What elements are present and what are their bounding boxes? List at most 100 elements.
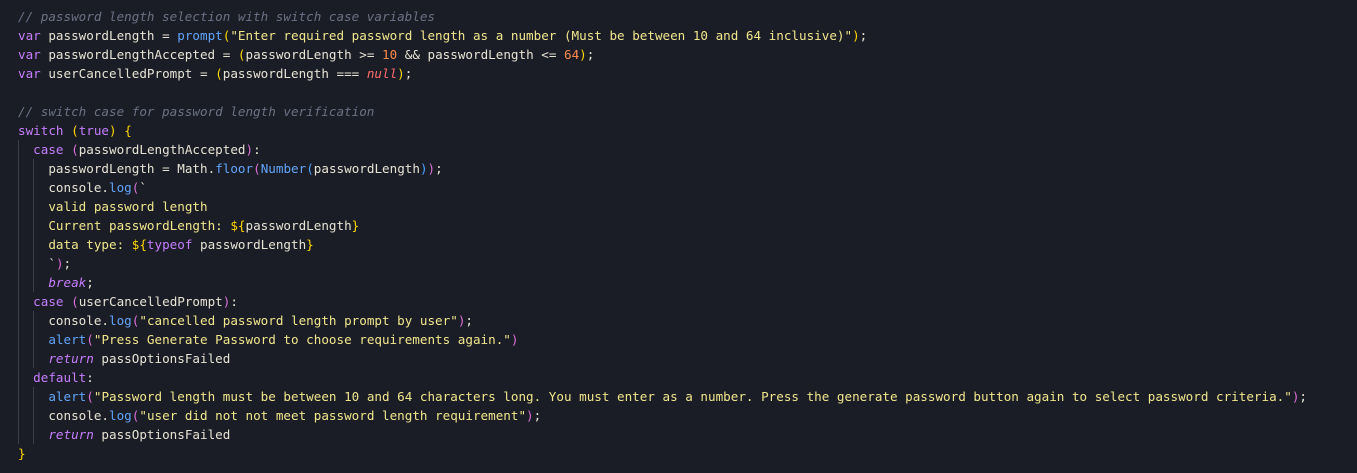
code-token-string: "cancelled password length prompt by use… — [139, 313, 458, 328]
code-token-null: null — [366, 66, 398, 81]
code-token-string: "user did not not meet password length r… — [139, 408, 527, 423]
code-token-string: "Enter required password length as a num… — [230, 28, 853, 43]
indent-guide — [18, 197, 19, 216]
indent-guide — [18, 368, 19, 387]
code-line[interactable]: break; — [0, 273, 1357, 292]
code-token-pgold: ) — [852, 28, 860, 43]
indent-guide — [18, 273, 19, 292]
code-token-template: ` — [48, 256, 56, 271]
code-line[interactable]: console.log("user did not not meet passw… — [0, 406, 1357, 425]
indent-guide — [33, 311, 35, 330]
code-token-ppink: ( — [86, 389, 94, 404]
code-token-ident: passOptionsFailed — [93, 427, 231, 442]
code-token-ident: console — [48, 408, 102, 423]
indent-guide — [18, 216, 19, 235]
code-token-punct: . — [101, 180, 110, 195]
code-token-pblue: ) — [419, 161, 428, 176]
code-token-op: = — [162, 161, 178, 176]
code-token-punct: . — [101, 408, 110, 423]
indent-guide — [18, 178, 19, 197]
indent-guide — [33, 235, 35, 254]
code-line[interactable]: passwordLength = Math.floor(Number(passw… — [0, 159, 1357, 178]
code-token-punct: ; — [586, 47, 595, 62]
code-token-keyword: case — [33, 294, 64, 309]
code-line[interactable]: data type: ${typeof passwordLength} — [0, 235, 1357, 254]
indent-guide — [33, 197, 35, 216]
code-token-string: "Password length must be between 10 and … — [93, 389, 1292, 404]
code-line[interactable]: console.log("cancelled password length p… — [0, 311, 1357, 330]
code-token-op: = — [199, 66, 216, 81]
code-token-ident: passwordLength — [40, 28, 163, 43]
code-line[interactable]: default: — [0, 368, 1357, 387]
code-token-template: ` — [139, 180, 147, 195]
indent-guide — [18, 235, 19, 254]
code-token-punct: : — [86, 370, 94, 385]
code-token-ident: Math — [177, 161, 208, 176]
code-editor[interactable]: // password length selection with switch… — [0, 0, 1357, 473]
code-token-func: alert — [48, 332, 87, 347]
code-line[interactable]: `); — [0, 254, 1357, 273]
code-line[interactable]: alert("Password length must be between 1… — [0, 387, 1357, 406]
code-line[interactable] — [0, 83, 1357, 102]
code-token-keyword: true — [78, 123, 110, 138]
code-line[interactable]: // switch case for password length verif… — [0, 102, 1357, 121]
code-token-ident: passwordLength — [427, 47, 542, 62]
indent-guide — [18, 406, 19, 425]
code-token-keyword: var — [18, 28, 41, 43]
code-line[interactable]: valid password length — [0, 197, 1357, 216]
indent-guide — [18, 425, 19, 444]
code-token-func: floor — [215, 161, 254, 176]
code-token-punct: ; — [435, 161, 443, 176]
code-line[interactable]: var passwordLengthAccepted = (passwordLe… — [0, 45, 1357, 64]
code-token-pgold: } — [306, 237, 314, 252]
code-token-ident: passwordLengthAccepted — [40, 47, 223, 62]
code-token-pgold: } — [351, 218, 360, 233]
code-line[interactable]: var passwordLength = prompt("Enter requi… — [0, 26, 1357, 45]
code-token-op: >= — [359, 47, 382, 62]
code-line[interactable]: Current passwordLength: ${passwordLength… — [0, 216, 1357, 235]
code-token-keyword: switch — [18, 123, 64, 138]
code-token-ikeyword: return — [48, 427, 94, 442]
code-token-keyword: var — [18, 47, 41, 62]
code-line[interactable]: return passOptionsFailed — [0, 349, 1357, 368]
code-token-ident: userCancelledPrompt — [78, 294, 223, 309]
code-token-ident — [64, 142, 72, 157]
code-token-op: === — [336, 66, 367, 81]
code-line[interactable]: return passOptionsFailed — [0, 425, 1357, 444]
code-token-keyword: default — [33, 370, 87, 385]
code-token-string: data type: — [48, 237, 132, 252]
indent-guide — [33, 406, 35, 425]
code-token-pgold: } — [18, 446, 26, 461]
indent-guide — [33, 216, 35, 235]
code-line[interactable]: case (passwordLengthAccepted): — [0, 140, 1357, 159]
code-token-op: = — [162, 28, 178, 43]
code-line[interactable]: case (userCancelledPrompt): — [0, 292, 1357, 311]
code-token-pblue: ( — [306, 161, 314, 176]
code-line[interactable]: // password length selection with switch… — [0, 7, 1357, 26]
code-line[interactable]: var userCancelledPrompt = (passwordLengt… — [0, 64, 1357, 83]
code-token-op: <= — [541, 47, 564, 62]
code-token-ident: userCancelledPrompt — [40, 66, 200, 81]
code-token-punct: ; — [533, 408, 542, 423]
code-token-ppink: ) — [245, 142, 254, 157]
code-token-punct: . — [101, 313, 110, 328]
code-token-ident — [64, 123, 72, 138]
indent-guide — [33, 425, 35, 444]
code-token-func: prompt — [177, 28, 223, 43]
code-token-comment: // password length selection with switch… — [18, 9, 436, 24]
code-token-keyword: typeof — [146, 237, 193, 252]
code-token-ikeyword: return — [48, 351, 94, 366]
code-line[interactable]: console.log(` — [0, 178, 1357, 197]
indent-guide — [33, 349, 35, 368]
code-line[interactable]: } — [0, 444, 1357, 463]
indent-guide — [33, 387, 35, 406]
code-token-number: 10 — [381, 47, 398, 62]
code-token-pgold: ${ — [131, 237, 147, 252]
code-line[interactable]: alert("Press Generate Password to choose… — [0, 330, 1357, 349]
code-token-ident — [64, 294, 72, 309]
code-token-func: log — [109, 313, 132, 328]
code-token-string: valid password length — [48, 199, 208, 214]
code-token-pgold: ) — [579, 47, 587, 62]
code-line[interactable]: switch (true) { — [0, 121, 1357, 140]
code-token-ident: passwordLength — [48, 161, 163, 176]
